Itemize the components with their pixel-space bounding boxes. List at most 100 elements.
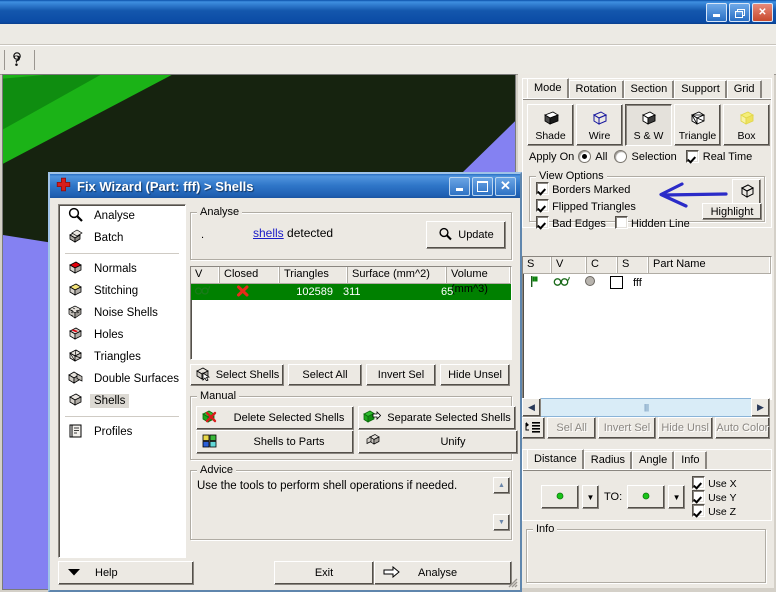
highlight-button[interactable]: Highlight bbox=[702, 203, 762, 220]
tab-radius[interactable]: Radius bbox=[583, 451, 633, 469]
tab-support[interactable]: Support bbox=[674, 80, 727, 98]
borders-marked-checkbox[interactable] bbox=[536, 182, 549, 195]
sidebar-item-triangles[interactable]: Triangles bbox=[59, 346, 185, 368]
real-time-checkbox[interactable] bbox=[685, 150, 699, 163]
distance-to-dropdown[interactable]: ▼ bbox=[668, 485, 686, 509]
parts-col-s2[interactable]: S bbox=[618, 257, 649, 273]
update-button[interactable]: Update bbox=[426, 221, 506, 249]
distance-from-dropdown[interactable]: ▼ bbox=[582, 485, 599, 509]
shells-col-surface[interactable]: Surface (mm^2) bbox=[348, 267, 447, 283]
window-close-button[interactable]: ✕ bbox=[752, 3, 773, 22]
wireframe-cube-button[interactable] bbox=[732, 179, 761, 205]
tab-grid[interactable]: Grid bbox=[726, 80, 762, 98]
flag-icon[interactable] bbox=[523, 275, 547, 291]
sidebar-item-shells[interactable]: Shells bbox=[59, 390, 185, 412]
select-shells-button[interactable]: Select Shells bbox=[190, 364, 284, 386]
apply-on-all-radio[interactable] bbox=[578, 150, 592, 163]
unify-button[interactable]: Unify bbox=[358, 430, 518, 454]
help-button[interactable]: Help bbox=[58, 561, 194, 585]
flipped-triangles-checkbox[interactable] bbox=[536, 199, 549, 212]
mode-button-triangle[interactable]: Triangle bbox=[674, 104, 721, 146]
mode-button-wire[interactable]: Wire bbox=[576, 104, 623, 146]
menubar[interactable] bbox=[0, 24, 776, 45]
sidebar-item-profiles[interactable]: Profiles bbox=[59, 421, 185, 443]
distance-to-picker[interactable] bbox=[627, 485, 666, 509]
mode-button-box[interactable]: Box bbox=[723, 104, 770, 146]
parts-listbox[interactable]: S V C S Part Name fff bbox=[522, 256, 772, 400]
help-icon[interactable]: ? bbox=[8, 49, 30, 71]
dialog-close-button[interactable]: ✕ bbox=[495, 176, 516, 196]
parts-list-row[interactable]: fff bbox=[523, 274, 771, 291]
glasses-icon[interactable] bbox=[547, 275, 577, 290]
shells-link[interactable]: shells bbox=[253, 226, 284, 240]
tab-mode[interactable]: Mode bbox=[527, 78, 569, 98]
tree-select-icon[interactable] bbox=[522, 417, 545, 439]
advice-scroll-down[interactable]: ▼ bbox=[493, 514, 510, 531]
parts-col-c[interactable]: C bbox=[587, 257, 618, 273]
shells-col-volume[interactable]: Volume (mm^3) bbox=[447, 267, 511, 295]
use-y-row[interactable]: Use Y bbox=[692, 490, 737, 504]
hide-unsel-button[interactable]: Hide Unsel bbox=[440, 364, 510, 386]
tab-section[interactable]: Section bbox=[623, 80, 675, 98]
tab-rotation[interactable]: Rotation bbox=[568, 80, 624, 98]
analyse-button[interactable]: Analyse bbox=[374, 561, 512, 585]
tab-info[interactable]: Info bbox=[674, 451, 707, 469]
parts-col-name[interactable]: Part Name bbox=[649, 257, 771, 273]
sidebar-item-normals[interactable]: Normals bbox=[59, 258, 185, 280]
parts-col-s[interactable]: S bbox=[523, 257, 552, 273]
row-checkbox[interactable] bbox=[603, 275, 629, 290]
shells-to-parts-button[interactable]: Shells to Parts bbox=[196, 430, 354, 454]
window-minimize-button[interactable] bbox=[706, 3, 727, 22]
use-x-row[interactable]: Use X bbox=[692, 476, 737, 490]
invert-sel-button-dlg[interactable]: Invert Sel bbox=[366, 364, 436, 386]
sidebar-item-stitching[interactable]: Stitching bbox=[59, 280, 185, 302]
hidden-line-checkbox[interactable] bbox=[614, 216, 628, 229]
axis-checkbox-group: Use X Use Y Use Z bbox=[692, 476, 737, 518]
hscroll-thumb[interactable]: |||| bbox=[541, 398, 751, 417]
auto-color-button[interactable]: Auto Color bbox=[714, 417, 770, 439]
tab-angle[interactable]: Angle bbox=[632, 451, 675, 469]
separate-selected-shells-button[interactable]: Separate Selected Shells bbox=[358, 406, 516, 430]
window-restore-button[interactable] bbox=[729, 3, 750, 22]
delete-selected-shells-button[interactable]: Delete Selected Shells bbox=[196, 406, 354, 430]
resize-grip[interactable] bbox=[506, 576, 518, 588]
tab-distance[interactable]: Distance bbox=[527, 449, 584, 469]
sidebar-item-batch[interactable]: Batch bbox=[59, 227, 185, 249]
advice-scroll-up[interactable]: ▲ bbox=[493, 477, 510, 494]
shells-table[interactable]: V Closed Triangles Surface (mm^2) Volume… bbox=[190, 266, 512, 360]
bad-edges-checkbox[interactable] bbox=[536, 216, 549, 229]
sidebar-item-noise-shells[interactable]: Noise Shells bbox=[59, 302, 185, 324]
hscroll-left-arrow[interactable]: ◀ bbox=[522, 398, 541, 417]
view-option-flipped-triangles[interactable]: Flipped Triangles bbox=[536, 199, 690, 214]
use-x-checkbox[interactable] bbox=[692, 476, 706, 489]
sidebar-item-double-surfaces[interactable]: Double Surfaces bbox=[59, 368, 185, 390]
advice-scrollbar[interactable]: ▲ ▼ bbox=[493, 477, 510, 531]
use-z-checkbox[interactable] bbox=[692, 504, 706, 517]
shells-col-closed[interactable]: Closed bbox=[220, 267, 280, 283]
circle-icon[interactable] bbox=[577, 275, 603, 290]
parts-col-v[interactable]: V bbox=[552, 257, 587, 273]
distance-from-picker[interactable] bbox=[541, 485, 579, 509]
dialog-titlebar[interactable]: Fix Wizard (Part: fff) > Shells ✕ bbox=[50, 174, 520, 198]
dialog-minimize-button[interactable] bbox=[449, 176, 470, 196]
exit-button[interactable]: Exit bbox=[274, 561, 374, 585]
shells-col-triangles[interactable]: Triangles bbox=[280, 267, 348, 283]
hide-unsl-button[interactable]: Hide Unsl bbox=[657, 417, 713, 439]
apply-on-selection-radio[interactable] bbox=[614, 150, 628, 163]
mode-button-shade-wire[interactable]: S & W bbox=[625, 104, 672, 146]
invert-sel-button[interactable]: Invert Sel bbox=[598, 417, 656, 439]
shells-col-v[interactable]: V bbox=[191, 267, 220, 283]
select-all-button[interactable]: Select All bbox=[288, 364, 362, 386]
parts-hscrollbar[interactable]: ◀ |||| ▶ bbox=[522, 398, 770, 417]
manual-row-2: Shells to Parts Unify bbox=[196, 430, 518, 454]
sel-all-button[interactable]: Sel All bbox=[546, 417, 597, 439]
use-y-checkbox[interactable] bbox=[692, 490, 706, 503]
use-z-row[interactable]: Use Z bbox=[692, 504, 737, 518]
table-row[interactable]: 102589 311 65 bbox=[191, 284, 511, 300]
mode-button-shade[interactable]: Shade bbox=[527, 104, 574, 146]
sidebar-item-holes[interactable]: Holes bbox=[59, 324, 185, 346]
hscroll-right-arrow[interactable]: ▶ bbox=[751, 398, 770, 417]
dialog-maximize-button[interactable] bbox=[472, 176, 493, 196]
sidebar-item-analyse[interactable]: Analyse bbox=[59, 205, 185, 227]
view-option-borders-marked[interactable]: Borders Marked bbox=[536, 182, 690, 197]
